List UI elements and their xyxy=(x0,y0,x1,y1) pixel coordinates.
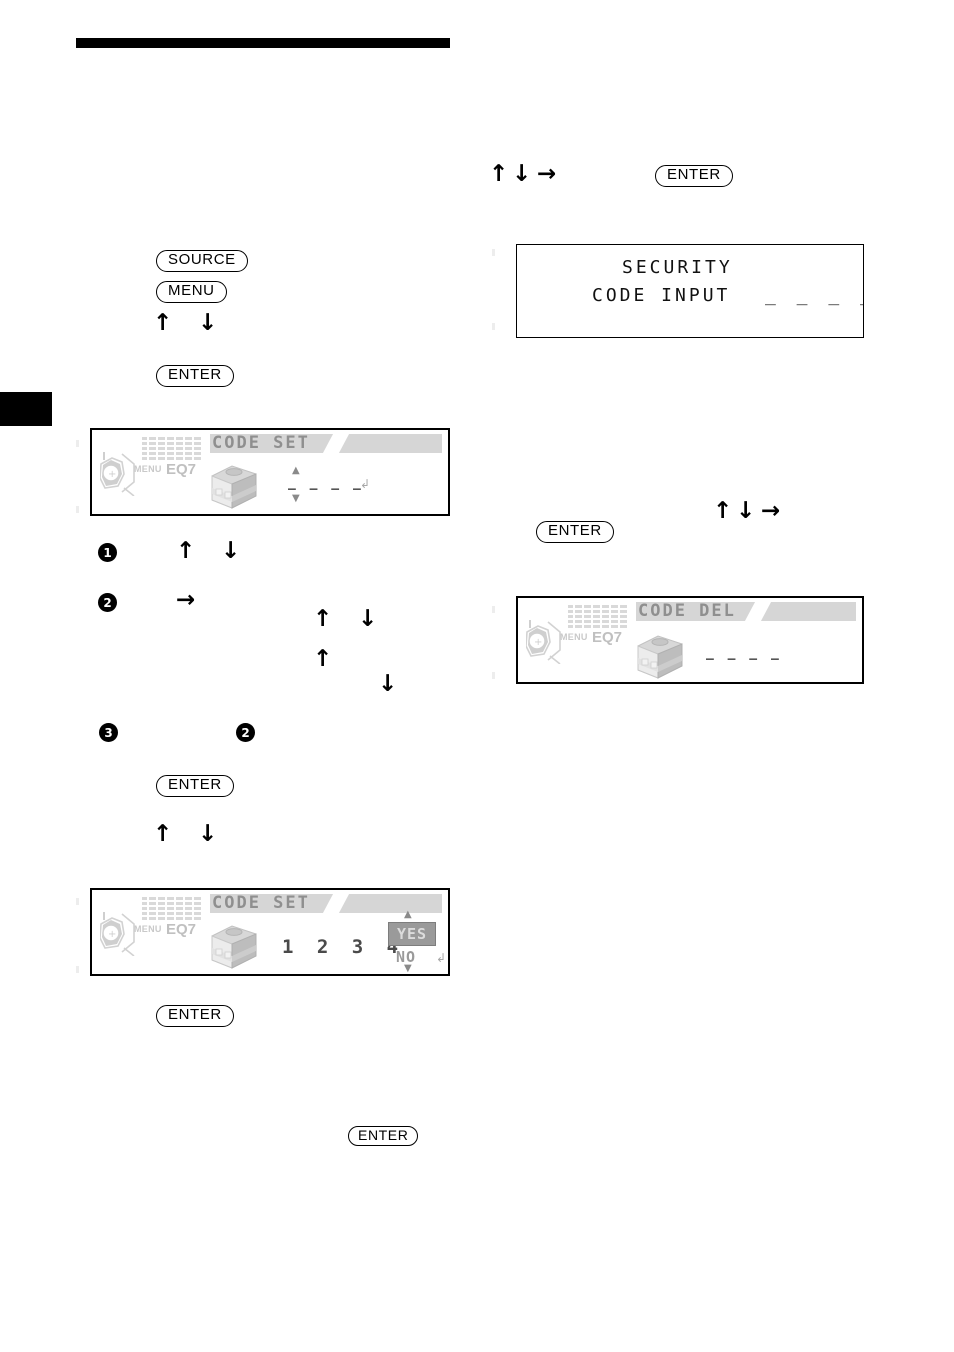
enter-return-icon: ↲ xyxy=(360,477,371,491)
display-title-text: CODE SET xyxy=(212,893,310,913)
menu-indicator-label: MENU xyxy=(560,632,588,642)
down-arrow-icon: ↓ xyxy=(736,498,756,524)
registration-tick xyxy=(492,672,495,679)
source-button[interactable]: SOURCE xyxy=(156,250,248,272)
down-indicator-icon: ▼ xyxy=(404,963,412,974)
svg-text:+: + xyxy=(108,469,116,480)
registration-tick xyxy=(492,323,495,330)
faceplate-graphic: + MENU EQ7 xyxy=(524,602,634,676)
display-title-text: CODE DEL xyxy=(638,601,736,621)
yes-option-selected[interactable]: YES xyxy=(388,922,436,946)
down-arrow-icon: ↓ xyxy=(221,538,241,564)
enter-button-top-right[interactable]: ENTER xyxy=(655,165,733,187)
step-number-2-reference: 2 xyxy=(236,723,255,742)
code-input-label: CODE INPUT xyxy=(592,285,731,306)
display-code-set-filled: + MENU EQ7 CODE SET 1 2 3 4 ▲ YES NO ↲ ▼ xyxy=(90,888,450,976)
up-arrow-icon: ↑ xyxy=(153,310,173,336)
menu-indicator-label: MENU xyxy=(134,924,162,934)
up-arrow-icon: ↑ xyxy=(489,161,509,187)
code-input-blanks: _ _ _ _ xyxy=(765,285,863,306)
enter-button-mid-right[interactable]: ENTER xyxy=(536,521,614,543)
menu-button[interactable]: MENU xyxy=(156,281,227,303)
eq7-indicator-label: EQ7 xyxy=(166,461,197,478)
enter-button-3[interactable]: ENTER xyxy=(156,1005,234,1027)
right-arrow-icon: → xyxy=(761,498,781,524)
faceplate-graphic: + MENU EQ7 xyxy=(98,434,208,508)
safe-box-icon xyxy=(211,465,257,509)
enter-return-icon: ↲ xyxy=(436,951,447,965)
faceplate-graphic: + MENU EQ7 xyxy=(98,894,208,968)
signal-indicator-icon: ▲ xyxy=(404,909,412,920)
registration-tick xyxy=(76,506,79,513)
spectrum-analyzer-icon xyxy=(142,897,208,923)
right-arrow-icon: → xyxy=(537,161,557,187)
up-arrow-icon: ↑ xyxy=(153,821,173,847)
svg-text:+: + xyxy=(108,929,116,940)
eq7-indicator-label: EQ7 xyxy=(166,921,197,938)
display-code-set-empty: + MENU EQ7 CODE SET ▲ – – – – ▼ ↲ xyxy=(90,428,450,516)
up-arrow-icon: ↑ xyxy=(176,538,196,564)
down-arrow-icon: ↓ xyxy=(358,606,378,632)
display-title-text: CODE SET xyxy=(212,433,310,453)
step-number-1: 1 xyxy=(98,543,117,562)
enter-button-2[interactable]: ENTER xyxy=(156,775,234,797)
step-number-2: 2 xyxy=(98,593,117,612)
display-security-code-input: SECURITY CODE INPUT _ _ _ _ xyxy=(516,244,864,338)
code-placeholder-dashes: – – – – xyxy=(706,652,782,667)
registration-tick xyxy=(76,440,79,447)
down-indicator-icon: ▼ xyxy=(292,493,300,504)
up-arrow-icon: ↑ xyxy=(313,646,333,672)
down-arrow-icon: ↓ xyxy=(198,310,218,336)
security-title-text: SECURITY xyxy=(622,257,733,278)
down-arrow-icon: ↓ xyxy=(512,161,532,187)
up-arrow-icon: ↑ xyxy=(313,606,333,632)
spectrum-analyzer-icon xyxy=(142,437,208,463)
right-arrow-icon: → xyxy=(176,587,196,613)
step-number-3: 3 xyxy=(99,723,118,742)
registration-tick xyxy=(492,249,495,256)
entered-code-digits: 1 2 3 4 xyxy=(282,936,405,958)
eq7-indicator-label: EQ7 xyxy=(592,629,623,646)
page-top-rule xyxy=(76,38,450,48)
svg-text:+: + xyxy=(534,637,542,648)
display-code-del: + MENU EQ7 CODE DEL – – – – xyxy=(516,596,864,684)
registration-tick xyxy=(76,966,79,973)
safe-box-icon xyxy=(637,635,683,679)
enter-button-1[interactable]: ENTER xyxy=(156,365,234,387)
safe-box-icon xyxy=(211,925,257,969)
enter-button-4[interactable]: ENTER xyxy=(348,1126,419,1147)
down-arrow-icon: ↓ xyxy=(198,821,218,847)
registration-tick xyxy=(492,606,495,613)
down-arrow-icon: ↓ xyxy=(378,671,398,697)
spectrum-analyzer-icon xyxy=(568,605,634,631)
up-arrow-icon: ↑ xyxy=(713,498,733,524)
up-indicator-icon: ▲ xyxy=(292,465,300,476)
page-edge-tab-marker xyxy=(0,392,52,426)
menu-indicator-label: MENU xyxy=(134,464,162,474)
registration-tick xyxy=(76,898,79,905)
